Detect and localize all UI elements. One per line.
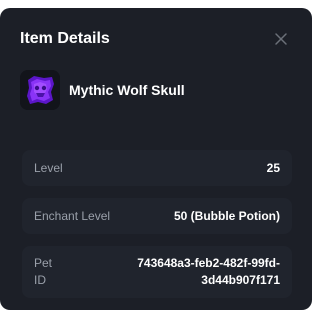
item-thumbnail xyxy=(20,70,60,110)
close-icon xyxy=(275,33,287,45)
enchant-level-label: Enchant Level xyxy=(34,209,111,223)
pet-id-value-line1: 743648a3-feb2-482f-99fd- xyxy=(137,256,280,270)
pet-id-label-line2: ID xyxy=(34,273,46,287)
level-value: 25 xyxy=(266,161,280,175)
pet-id-label: Pet ID xyxy=(34,255,52,289)
enchant-level-value: 50 (Bubble Potion) xyxy=(174,209,280,223)
level-card: Level 25 xyxy=(22,150,292,186)
dialog-title: Item Details xyxy=(20,30,110,47)
enchant-level-card: Enchant Level 50 (Bubble Potion) xyxy=(22,198,292,234)
pet-id-card: Pet ID 743648a3-feb2-482f-99fd- 3d44b907… xyxy=(22,246,292,298)
pet-id-value-line2: 3d44b907f171 xyxy=(201,273,280,287)
level-label: Level xyxy=(34,161,63,175)
close-button[interactable] xyxy=(270,28,292,50)
item-details-dialog: Item Details Mythic Wolf Skull Level 25 xyxy=(0,8,312,310)
pet-id-value[interactable]: 743648a3-feb2-482f-99fd- 3d44b907f171 xyxy=(110,255,280,289)
item-name: Mythic Wolf Skull xyxy=(69,82,185,98)
dialog-header: Item Details xyxy=(20,28,292,52)
item-summary: Mythic Wolf Skull xyxy=(20,70,292,114)
pet-id-label-line1: Pet xyxy=(34,256,53,270)
